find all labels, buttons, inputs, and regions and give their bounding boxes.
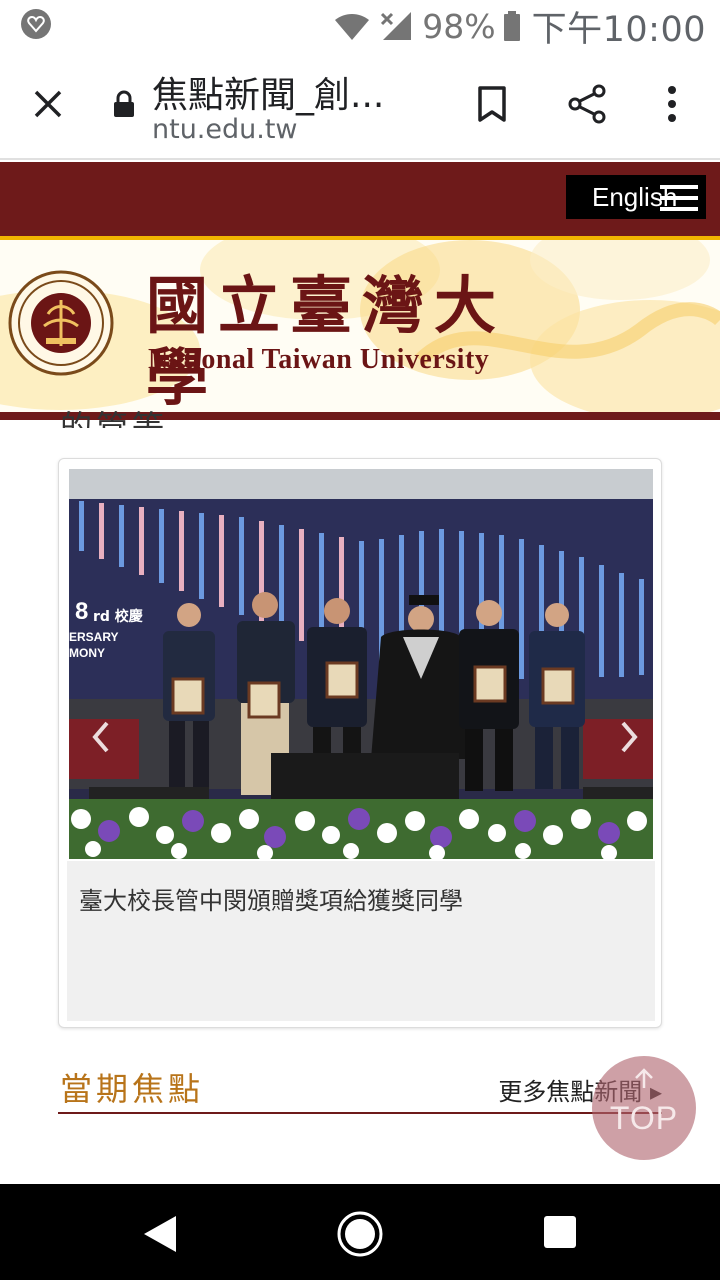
status-bar: 98% 下午10:00 bbox=[0, 0, 720, 52]
stage-text-3: MONY bbox=[69, 646, 105, 660]
wifi-icon bbox=[335, 14, 370, 40]
lock-icon bbox=[114, 90, 134, 117]
caption-box[interactable]: 臺大校長管中閔頒贈獎項給獲獎同學 bbox=[67, 861, 655, 1021]
carousel-prev-icon[interactable] bbox=[89, 719, 113, 755]
close-icon[interactable] bbox=[26, 82, 70, 126]
logo-chinese: 國立臺灣大學 bbox=[146, 269, 507, 413]
battery-percent: 98% bbox=[422, 6, 496, 46]
status-right: 98% 下午10:00 bbox=[334, 4, 706, 50]
carousel-next-icon[interactable] bbox=[617, 719, 641, 755]
site-top-bar: English bbox=[0, 162, 720, 236]
logo-english: National Taiwan University bbox=[148, 344, 490, 375]
app-notification-icon bbox=[21, 9, 51, 39]
ntu-seal-logo[interactable] bbox=[8, 270, 114, 376]
recents-icon[interactable] bbox=[544, 1216, 576, 1248]
news-photo[interactable]: 8 rd 校慶 ERSARY MONY bbox=[69, 469, 653, 859]
site-banner: 國立臺灣大學 National Taiwan University bbox=[0, 240, 720, 412]
section-title: 當期焦點 bbox=[60, 1070, 205, 1108]
ceremony-photo-illustration: 8 rd 校慶 ERSARY MONY bbox=[69, 469, 653, 859]
screen: 98% 下午10:00 焦點新聞_創... ntu.edu.tw English… bbox=[0, 0, 720, 1280]
news-carousel-card[interactable]: 8 rd 校慶 ERSARY MONY 臺大校長管中閔頒贈獎項給獲獎同學 bbox=[58, 458, 662, 1028]
top-label: TOP bbox=[609, 1100, 679, 1136]
clock: 下午10:00 bbox=[531, 9, 706, 50]
battery-icon bbox=[503, 11, 520, 41]
news-caption[interactable]: 臺大校長管中閔頒贈獎項給獲獎同學 bbox=[79, 881, 463, 916]
stage-text-1: rd 校慶 bbox=[93, 608, 143, 625]
arrow-up-icon bbox=[635, 1068, 653, 1088]
url-text[interactable]: ntu.edu.tw bbox=[152, 114, 298, 145]
clipped-heading: 的管等 bbox=[60, 408, 169, 428]
bookmark-icon[interactable] bbox=[470, 82, 514, 126]
page-title[interactable]: 焦點新聞_創... bbox=[152, 66, 422, 118]
cell-signal-icon bbox=[381, 12, 412, 40]
share-icon[interactable] bbox=[566, 82, 610, 126]
svg-text:8: 8 bbox=[75, 598, 88, 625]
hamburger-menu-icon[interactable] bbox=[660, 183, 698, 213]
system-nav-bar bbox=[0, 1184, 720, 1280]
more-vert-icon[interactable] bbox=[650, 82, 694, 126]
section-header: 當期焦點 更多焦點新聞 ▸ bbox=[58, 1064, 662, 1114]
stage-text-2: ERSARY bbox=[69, 630, 119, 644]
home-icon[interactable] bbox=[336, 1210, 384, 1258]
back-icon[interactable] bbox=[140, 1212, 180, 1256]
browser-toolbar: 焦點新聞_創... ntu.edu.tw bbox=[0, 52, 720, 160]
back-to-top-button[interactable]: TOP bbox=[592, 1056, 696, 1160]
